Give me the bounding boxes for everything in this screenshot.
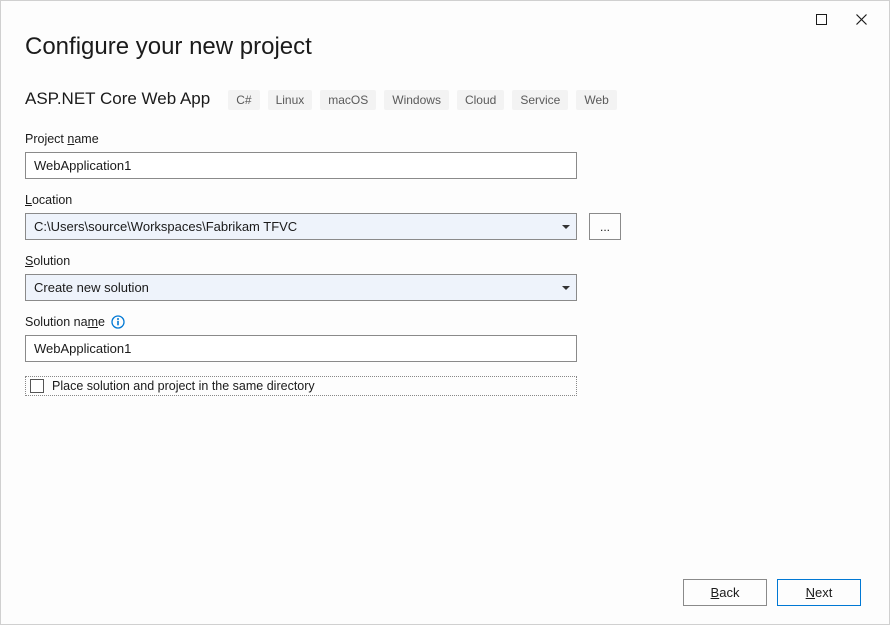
same-directory-label: Place solution and project in the same d…	[52, 379, 315, 393]
project-name-label: Project name	[25, 132, 865, 146]
location-row: C:\Users\source\Workspaces\Fabrikam TFVC…	[25, 213, 865, 240]
solution-combobox[interactable]: Create new solution	[25, 274, 577, 301]
dialog-content: Configure your new project ASP.NET Core …	[25, 29, 865, 554]
info-icon[interactable]	[111, 315, 125, 329]
tag: Linux	[268, 90, 313, 110]
tag: Web	[576, 90, 616, 110]
tag: macOS	[320, 90, 376, 110]
solution-name-field: Solution name	[25, 315, 865, 362]
solution-name-input[interactable]	[25, 335, 577, 362]
back-button[interactable]: Back	[683, 579, 767, 606]
chevron-down-icon	[562, 286, 570, 290]
footer-buttons: Back Next	[683, 579, 861, 606]
page-title: Configure your new project	[25, 33, 865, 61]
location-field: Location C:\Users\source\Workspaces\Fabr…	[25, 193, 865, 240]
solution-name-label: Solution name	[25, 315, 865, 329]
same-directory-row[interactable]: Place solution and project in the same d…	[25, 376, 577, 396]
tag: Cloud	[457, 90, 504, 110]
project-name-field: Project name	[25, 132, 865, 179]
location-label: Location	[25, 193, 865, 207]
project-type-name: ASP.NET Core Web App	[25, 89, 210, 109]
window-titlebar	[801, 1, 889, 31]
close-icon	[856, 14, 867, 25]
tag: Service	[512, 90, 568, 110]
tag: Windows	[384, 90, 449, 110]
solution-field: Solution Create new solution	[25, 254, 865, 301]
maximize-button[interactable]	[801, 7, 841, 31]
tag: C#	[228, 90, 259, 110]
solution-value: Create new solution	[34, 280, 149, 295]
location-value: C:\Users\source\Workspaces\Fabrikam TFVC	[34, 219, 297, 234]
project-name-input[interactable]	[25, 152, 577, 179]
location-combobox[interactable]: C:\Users\source\Workspaces\Fabrikam TFVC	[25, 213, 577, 240]
solution-label: Solution	[25, 254, 865, 268]
same-directory-checkbox[interactable]	[30, 379, 44, 393]
browse-button[interactable]: ...	[589, 213, 621, 240]
next-button[interactable]: Next	[777, 579, 861, 606]
close-button[interactable]	[841, 7, 881, 31]
project-type-row: ASP.NET Core Web App C# Linux macOS Wind…	[25, 89, 865, 110]
chevron-down-icon	[562, 225, 570, 229]
maximize-icon	[816, 14, 827, 25]
